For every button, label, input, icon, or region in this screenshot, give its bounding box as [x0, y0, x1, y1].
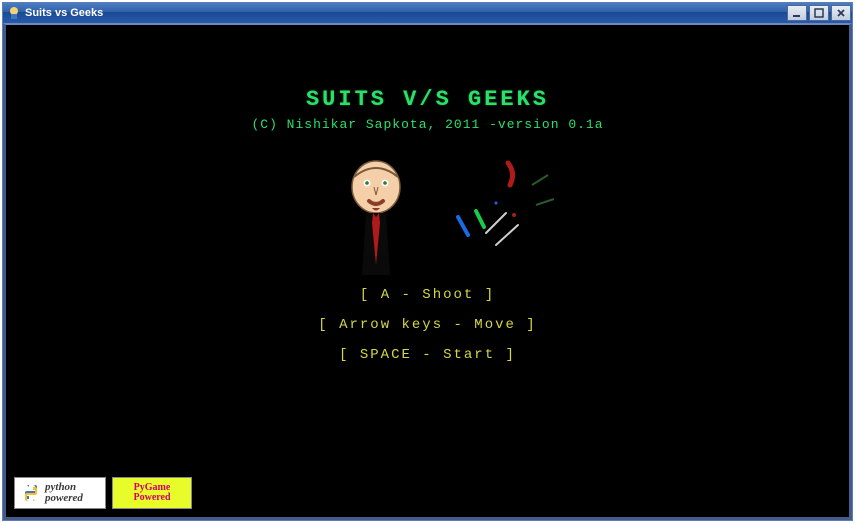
instruction-line: [ Arrow keys - Move ]	[318, 317, 536, 333]
game-viewport[interactable]: SUITS V/S GEEKS (C) Nishikar Sapkota, 20…	[3, 23, 852, 520]
maximize-button[interactable]	[809, 5, 829, 21]
pygame-powered-badge: PyGame Powered	[112, 477, 192, 509]
instruction-line: [ SPACE - Start ]	[339, 347, 516, 363]
instructions-panel: [ A - Shoot ] [ Arrow keys - Move ] [ SP…	[6, 287, 849, 363]
game-title: SUITS V/S GEEKS	[6, 87, 849, 112]
app-window: Suits vs Geeks SUITS V/S GEEKS (C) Nishi…	[2, 2, 853, 521]
python-badge-text: python powered	[45, 482, 99, 504]
character-sprite	[336, 155, 416, 275]
pygame-badge-text: PyGame Powered	[119, 483, 185, 503]
badges-row: python powered PyGame Powered	[14, 477, 192, 509]
enemy-sprite	[436, 155, 566, 265]
instruction-line: [ A - Shoot ]	[360, 287, 495, 303]
app-icon	[7, 6, 21, 20]
titlebar: Suits vs Geeks	[3, 3, 852, 23]
window-title: Suits vs Geeks	[25, 7, 785, 19]
minimize-button[interactable]	[787, 5, 807, 21]
python-powered-badge: python powered	[14, 477, 106, 509]
close-button[interactable]	[831, 5, 851, 21]
game-subtitle: (C) Nishikar Sapkota, 2011 -version 0.1a	[6, 117, 849, 132]
